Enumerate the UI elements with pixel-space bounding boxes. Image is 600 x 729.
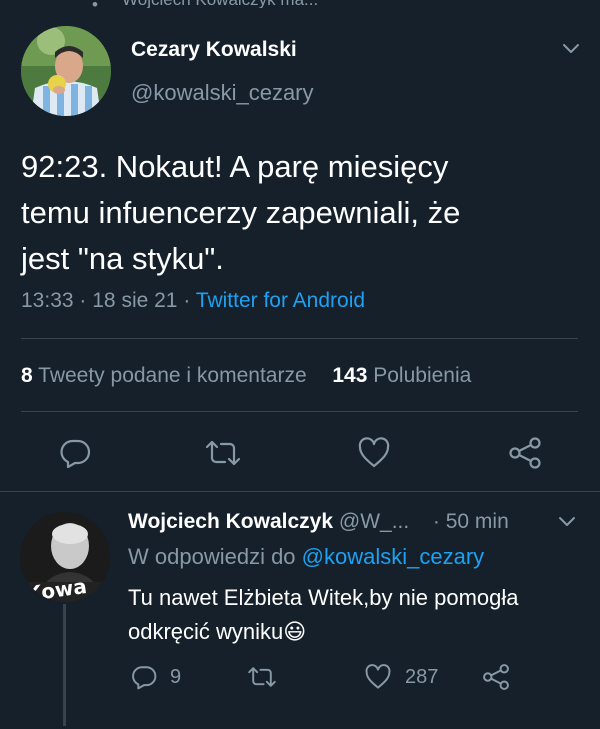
- tweet-text-line: 92:23. Nokaut! A parę miesięcy: [21, 149, 449, 184]
- reply-text-line: Tu nawet Elżbieta Witek,by nie pomogła: [128, 585, 519, 610]
- thread-dot: •: [92, 0, 98, 8]
- smiley-emoji: 😃: [283, 619, 307, 644]
- replying-to: W odpowiedzi do @kowalski_cezary: [128, 544, 484, 570]
- tweet-text-line: jest "na styku".: [21, 241, 224, 276]
- divider: [21, 338, 578, 339]
- tweet-text: 92:23. Nokaut! A parę miesięcy temu infu…: [21, 144, 591, 282]
- reply-time: 50 min: [445, 510, 509, 533]
- reply-author-avatar[interactable]: Kowa: [20, 512, 110, 602]
- tweet-text-line: temu infuencerzy zapewniali, że: [21, 195, 461, 230]
- divider: [0, 491, 600, 492]
- reply-header: Wojciech Kowalczyk @W_... · 50 min: [128, 510, 509, 534]
- retweet-icon[interactable]: [246, 665, 278, 689]
- like-count: 287: [405, 666, 439, 688]
- tweet-stats: 8 Tweety podane i komentarze 143 Polubie…: [21, 364, 471, 388]
- reply-author-name[interactable]: Wojciech Kowalczyk: [128, 510, 333, 533]
- likes-stat[interactable]: 143 Polubienia: [332, 364, 471, 387]
- reply-icon[interactable]: [131, 664, 157, 690]
- likes-label: Polubienia: [373, 364, 472, 387]
- chevron-down-icon[interactable]: [561, 42, 581, 56]
- retweets-label: Tweety podane i komentarze: [38, 364, 307, 387]
- replying-to-link[interactable]: @kowalski_cezary: [302, 544, 485, 569]
- share-icon[interactable]: [482, 663, 510, 691]
- thread-line: [63, 604, 66, 726]
- author-avatar[interactable]: [21, 26, 111, 116]
- retweet-icon[interactable]: [203, 438, 243, 468]
- author-handle[interactable]: @kowalski_cezary: [131, 80, 314, 106]
- reply-text-line: odkręcić wyniku: [128, 619, 284, 644]
- previous-tweet-fragment: • Wojciech Kowalczyk ma...: [0, 0, 600, 8]
- tweet-time: 13:33: [21, 289, 74, 312]
- retweets-count: 8: [21, 364, 33, 387]
- tweet-source-link[interactable]: Twitter for Android: [196, 289, 365, 312]
- previous-tweet-text: Wojciech Kowalczyk ma...: [122, 0, 318, 8]
- like-icon[interactable]: [357, 437, 391, 469]
- replying-to-label: W odpowiedzi do: [128, 544, 296, 569]
- separator: ·: [432, 510, 440, 533]
- avatar-image: [21, 26, 111, 116]
- tweet-date: 18 sie 21: [92, 289, 178, 312]
- reply-icon[interactable]: [59, 437, 91, 469]
- chevron-down-icon[interactable]: [557, 515, 577, 529]
- retweets-stat[interactable]: 8 Tweety podane i komentarze: [21, 364, 307, 387]
- divider: [21, 411, 578, 412]
- reply-count: 9: [170, 666, 182, 688]
- like-icon[interactable]: [364, 664, 392, 690]
- separator: ·: [183, 289, 191, 312]
- reply-text: Tu nawet Elżbieta Witek,by nie pomogła o…: [128, 581, 593, 649]
- tweet-meta: 13:33 · 18 sie 21 · Twitter for Android: [21, 289, 365, 313]
- share-icon[interactable]: [508, 436, 542, 470]
- likes-count: 143: [332, 364, 368, 387]
- separator: ·: [79, 289, 87, 312]
- author-name[interactable]: Cezary Kowalski: [131, 38, 297, 62]
- reply-author-handle[interactable]: @W_...: [339, 510, 409, 533]
